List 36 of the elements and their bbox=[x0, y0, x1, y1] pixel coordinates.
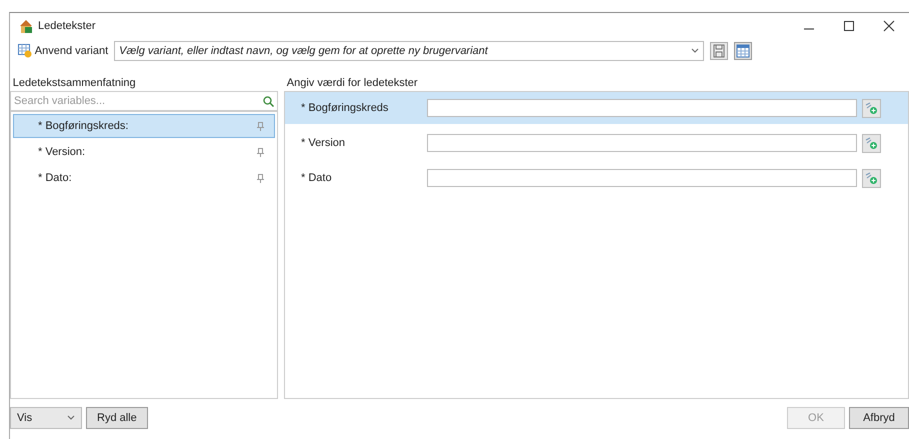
add-icon bbox=[865, 172, 878, 184]
value-field[interactable] bbox=[427, 169, 857, 187]
prompt-label: * Version bbox=[301, 136, 346, 151]
value-field[interactable] bbox=[427, 134, 857, 152]
summary-item[interactable]: * Version: bbox=[13, 140, 275, 164]
add-value-button[interactable] bbox=[862, 98, 881, 118]
chevron-down-icon bbox=[67, 415, 75, 421]
view-dropdown[interactable]: Vis bbox=[10, 407, 82, 429]
panel-heading: Ledetekstsammenfatning bbox=[12, 76, 137, 91]
value-field[interactable] bbox=[427, 99, 857, 117]
add-value-button[interactable] bbox=[862, 168, 881, 188]
summary-item[interactable]: * Bogføringskreds: bbox=[13, 114, 275, 138]
close-icon bbox=[883, 20, 895, 32]
panel-heading: Angiv værdi for ledetekster bbox=[286, 76, 419, 91]
minimize-icon bbox=[804, 28, 814, 30]
add-icon bbox=[865, 102, 878, 114]
apply-variant-button[interactable]: Anvend variant bbox=[18, 42, 108, 60]
clear-all-button[interactable]: Ryd alle bbox=[86, 407, 148, 429]
prompt-label: * Bogføringskreds bbox=[301, 100, 390, 116]
chevron-down-icon bbox=[691, 48, 700, 54]
summary-item[interactable]: * Dato: bbox=[13, 166, 275, 190]
maximize-icon bbox=[843, 20, 855, 32]
table-icon[interactable] bbox=[734, 42, 752, 60]
pin-icon[interactable] bbox=[257, 148, 264, 156]
prompt-label: * Dato bbox=[301, 170, 333, 186]
add-icon bbox=[865, 136, 878, 150]
pin-icon[interactable] bbox=[257, 174, 264, 182]
search-icon bbox=[263, 96, 274, 106]
window-title: Ledetekster bbox=[38, 18, 96, 34]
add-value-button[interactable] bbox=[862, 134, 881, 152]
pin-icon[interactable] bbox=[257, 122, 264, 130]
variant-combobox[interactable]: Vælg variant, eller indtast navn, og vælg gem for at oprette ny brugervariant bbox=[114, 41, 704, 61]
app-icon bbox=[18, 18, 34, 34]
variant-icon bbox=[18, 44, 32, 58]
cancel-button[interactable]: Afbryd bbox=[849, 407, 909, 429]
save-icon[interactable] bbox=[710, 42, 728, 60]
